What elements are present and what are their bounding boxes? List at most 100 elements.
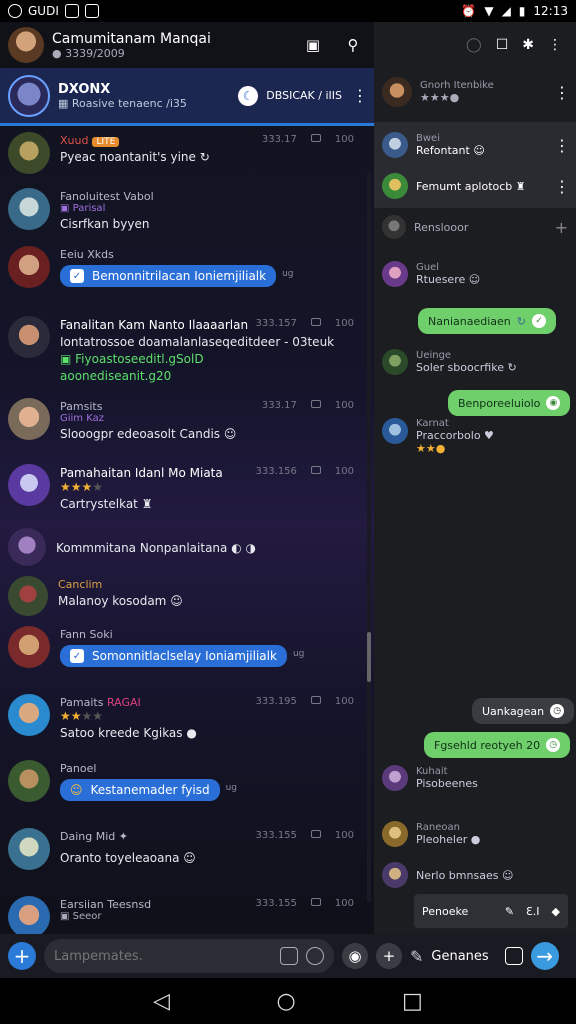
search-icon[interactable]: ⚲ xyxy=(340,32,366,58)
status-bar: GUDI ⏰ ▼ ◢ ▮ 12:13 xyxy=(0,0,576,22)
list-item[interactable]: Xuud LITE Pyeac noantanit's yine ↻ 333.17… xyxy=(0,132,362,188)
camera-button[interactable]: ◉ xyxy=(342,943,368,969)
attach-icon[interactable] xyxy=(504,947,523,965)
diamond-icon[interactable]: ◆ xyxy=(552,905,560,918)
moon-icon[interactable]: ☾ xyxy=(238,85,259,106)
list-item[interactable]: Eeiu Xkds ✓ Bemonnitrilacan Ioniemjilialk… xyxy=(0,246,362,312)
back-icon[interactable]: ◁ xyxy=(153,989,170,1014)
format-icon[interactable]: Ɛ.I xyxy=(526,905,540,918)
chat-name: Fann Soki xyxy=(60,628,113,641)
avatar xyxy=(8,828,50,870)
chat-name: Panoel xyxy=(60,762,97,775)
chat-detail-pane: ◯ ☐ ✱ ⋮ Gnorh Itenbike ★★★● ⋮ Bwei Refonta… xyxy=(374,22,576,934)
recents-icon[interactable]: □ xyxy=(402,989,423,1014)
gif-icon[interactable] xyxy=(306,947,324,965)
chat-badge: RAGAI xyxy=(106,696,141,709)
scrollbar[interactable] xyxy=(367,172,371,902)
new-chat-icon[interactable]: ▣ xyxy=(300,32,326,58)
more-icon[interactable]: ⋮ xyxy=(554,177,570,196)
avatar xyxy=(382,765,408,791)
chat-name: Pamaits xyxy=(60,696,104,709)
checkbox-icon: ✓ xyxy=(70,269,84,283)
list-item[interactable]: Earsiian Teesnsd ▣ Seeor 333.155 100 xyxy=(0,896,362,934)
search-input[interactable] xyxy=(54,948,272,964)
edit-icon[interactable]: ✎ xyxy=(505,905,514,918)
chat-time: 333.195 xyxy=(255,696,297,707)
alarm-icon: ⏰ xyxy=(461,4,477,18)
more-icon[interactable]: ⋮ xyxy=(548,37,562,53)
avatar[interactable] xyxy=(8,27,44,63)
message-item[interactable]: Kuhait Pisobeenes xyxy=(374,760,576,796)
list-item[interactable]: Daing Mid ✦ Oranto toyeleaoana ☺ 333.155… xyxy=(0,828,362,888)
avatar xyxy=(8,528,46,566)
contact-item[interactable]: Renslooor + xyxy=(374,212,576,242)
avatar xyxy=(8,694,50,736)
home-icon[interactable]: ○ xyxy=(276,989,295,1014)
received-bubble[interactable]: Uankagean ◷ xyxy=(472,698,575,724)
message-item[interactable]: Ueinge Soler sboocrfike ↻ xyxy=(374,344,576,380)
message-bubble[interactable]: ☺ Kestanemader fyisd xyxy=(60,779,220,801)
more-icon[interactable]: ⋮ xyxy=(554,136,570,155)
chat-count: 100 xyxy=(334,830,354,841)
list-item[interactable]: Pamahaitan Idanl Mo Miata ★★★★ Cartryste… xyxy=(0,464,362,524)
message-text: Nerlo bmnsaes ☺ xyxy=(416,868,514,882)
list-item[interactable]: Panoel ☺ Kestanemader fyisd ug xyxy=(0,760,362,820)
message-item[interactable]: Guel Rtuesere ☺ xyxy=(374,256,576,292)
list-item[interactable]: Kommmitana Nonpanlaitana ◐ ◑ xyxy=(0,524,362,570)
list-item[interactable]: Fann Soki ✓ Somonnitlaclselay Ioniamjilia… xyxy=(0,626,362,692)
sent-bubble[interactable]: Fgsehld reotyeh 20 ◷ xyxy=(424,732,571,758)
search-field[interactable] xyxy=(44,939,334,973)
settings-icon[interactable]: ✱ xyxy=(522,37,534,53)
chat-tag: Giim Kaz xyxy=(60,413,104,424)
avatar xyxy=(8,760,50,802)
chat-time: 333.156 xyxy=(255,466,297,477)
pencil-icon[interactable]: ✎ xyxy=(410,947,423,966)
chat-preview-line: aoonediseanit.g20 xyxy=(60,369,172,383)
window-icon[interactable]: ☐ xyxy=(496,37,509,53)
contact-item[interactable]: Gnorh Itenbike ★★★● ⋮ xyxy=(374,70,576,114)
message-icon xyxy=(310,318,321,326)
detail-header: ◯ ☐ ✱ ⋮ xyxy=(374,22,576,68)
list-item[interactable]: Pamaits RAGAI ★★★★ Satoo kreede Kgikas ●… xyxy=(0,694,362,758)
avatar xyxy=(382,215,406,239)
message-icon xyxy=(310,696,321,704)
status-badge: LITE xyxy=(92,137,120,147)
timer-icon[interactable]: ◯ xyxy=(466,37,482,53)
system-nav: ◁ ○ □ xyxy=(0,978,576,1024)
more-icon[interactable]: ⋮ xyxy=(352,86,368,105)
message-item[interactable]: Raneoan Pleoheler ● xyxy=(374,816,576,852)
pinned-chat[interactable]: DXONX ▦ Roasive tenaenc /i35 ☾ DBSICAK /… xyxy=(0,68,374,126)
message-bubble[interactable]: ✓ Somonnitlaclselay Ioniamjilialk xyxy=(60,645,287,667)
sent-bubble[interactable]: Nanianaediaen ↻ ✓ xyxy=(418,308,556,334)
contact-name: Gnorh Itenbike xyxy=(420,80,494,91)
contact-name: Bwei xyxy=(416,133,440,144)
message-item[interactable]: Karnat Praccorbolo ♥ ★★● xyxy=(374,418,576,470)
page-subtitle: ● 3339/2009 xyxy=(52,46,125,60)
contact-item[interactable]: Bwei Refontant ☺ ⋮ xyxy=(374,126,576,164)
list-item[interactable]: Canclim Malanoy kosodam ☺ xyxy=(0,576,362,626)
message-item[interactable]: Nerlo bmnsaes ☺ xyxy=(374,860,576,890)
pinned-title: DXONX xyxy=(58,81,111,97)
composer-bar: + ◉ + ✎ Genanes → xyxy=(0,934,576,978)
more-icon[interactable]: ⋮ xyxy=(554,83,570,102)
plus-button[interactable]: + xyxy=(376,943,402,969)
chat-preview: Cisrfkan byyen xyxy=(60,217,150,231)
list-item[interactable]: Pamsits Giim Kaz Slooogpr edeoasolt Cand… xyxy=(0,398,362,458)
chat-preview: Cartrystelkat ♜ xyxy=(60,497,153,511)
sticker-icon[interactable] xyxy=(280,947,298,965)
avatar xyxy=(382,821,408,847)
contact-item[interactable]: Femumt aplotocb ♜ ⋮ xyxy=(374,168,576,204)
avatar xyxy=(382,261,408,287)
message-icon xyxy=(310,898,321,906)
sender-name: Raneoan xyxy=(416,822,460,833)
checkbox-icon: ✓ xyxy=(70,649,84,663)
send-button[interactable]: → xyxy=(530,942,559,970)
sent-bubble[interactable]: Benporeeluiolo ◉ xyxy=(448,390,571,416)
avatar xyxy=(382,132,408,158)
emoji-icon: ☺ xyxy=(70,783,83,797)
add-button[interactable]: + xyxy=(8,942,36,970)
message-bubble[interactable]: ✓ Bemonnitrilacan Ioniemjilialk xyxy=(60,265,277,287)
list-item[interactable]: Fanoluitest Vabol ▣ Parisal Cisrfkan byy… xyxy=(0,188,362,246)
list-item[interactable]: Fanalitan Kam Nanto Ilaaaarlan Iontatros… xyxy=(0,316,362,396)
add-icon[interactable]: + xyxy=(555,218,568,237)
